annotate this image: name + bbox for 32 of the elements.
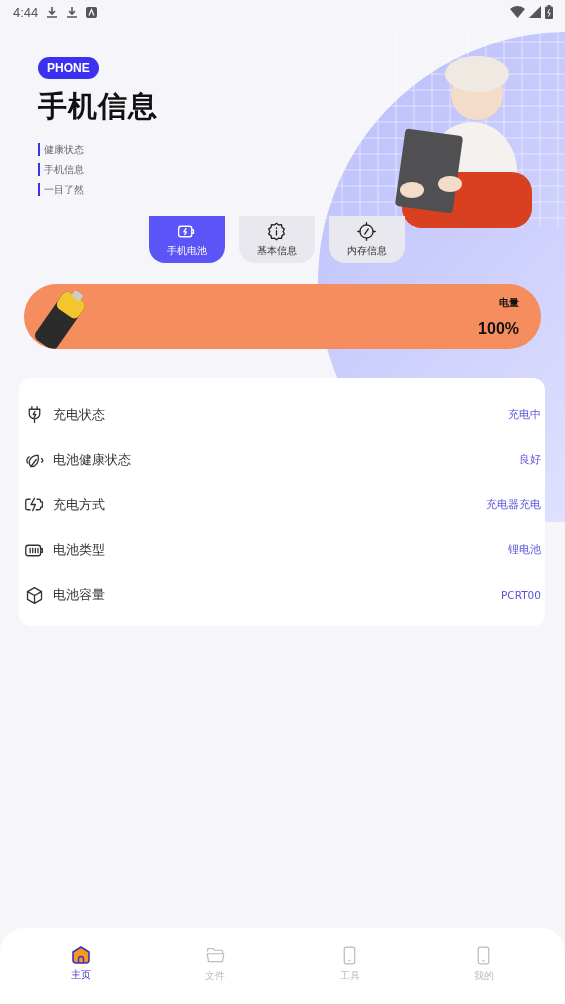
app-notification-icon — [86, 6, 98, 18]
category-tab[interactable]: 内存信息 — [328, 216, 405, 263]
info-value: 良好 — [519, 452, 541, 467]
cube-icon — [24, 584, 45, 606]
feature-label: 一目了然 — [38, 183, 84, 196]
chip-icon — [356, 221, 377, 242]
battery-label: 电量 — [499, 295, 519, 310]
nav-item[interactable]: 主页 — [14, 928, 149, 1004]
battery-status-icon — [545, 5, 553, 19]
feature-label: 健康状态 — [38, 143, 84, 156]
info-value: 锂电池 — [508, 543, 541, 558]
info-label: 电池类型 — [53, 541, 106, 560]
wifi-icon — [510, 6, 525, 18]
feature-label: 手机信息 — [38, 163, 84, 176]
phone-badge: PHONE — [38, 57, 99, 79]
info-label: 充电状态 — [53, 405, 106, 424]
home-icon — [71, 945, 92, 965]
signal-icon — [529, 6, 541, 18]
category-tab[interactable]: 手机电池 — [148, 216, 225, 263]
info-label: 电池容量 — [53, 586, 106, 605]
info-value: PCRT00 — [501, 589, 541, 602]
download-icon — [46, 6, 59, 18]
info-value: 充电中 — [508, 407, 541, 422]
status-time: 4:44 — [13, 4, 39, 20]
info-icon — [266, 221, 287, 242]
download-icon — [66, 6, 79, 18]
battery-percentage: 100% — [478, 319, 519, 338]
category-tab[interactable]: 基本信息 — [238, 216, 315, 263]
page-title: 手机信息 — [38, 88, 158, 125]
info-label: 电池健康状态 — [53, 450, 132, 469]
info-value: 充电器充电 — [486, 497, 541, 512]
info-label: 充电方式 — [53, 495, 106, 514]
